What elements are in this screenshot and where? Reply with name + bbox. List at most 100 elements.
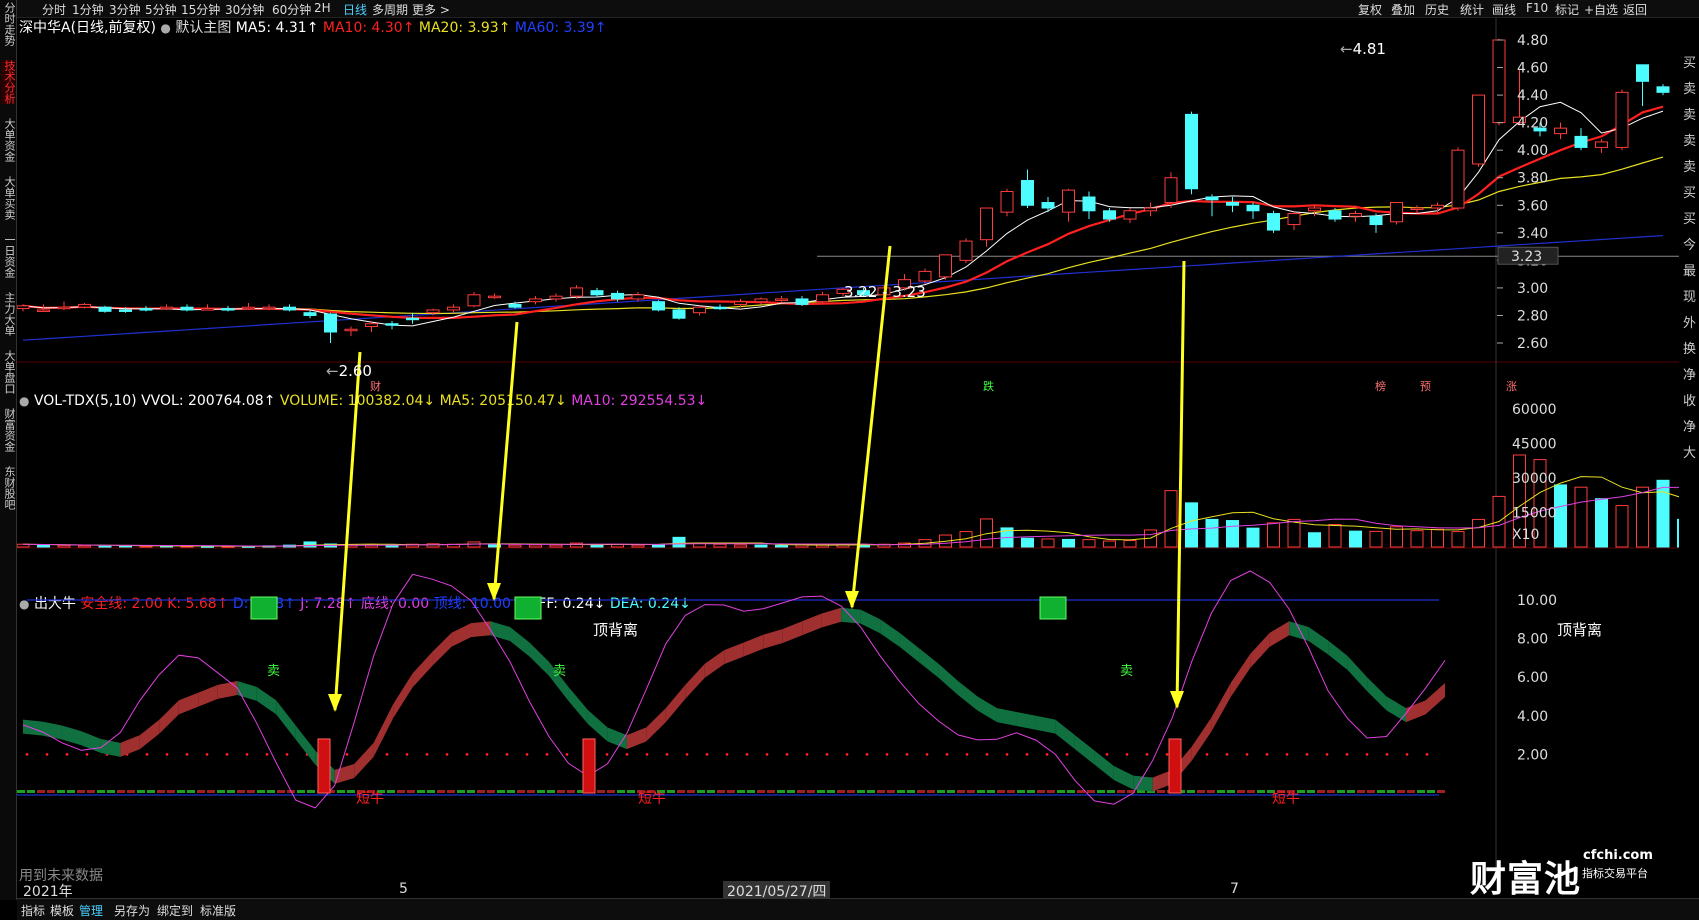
volume-bar — [713, 543, 727, 548]
tool-button-1[interactable]: 叠加 — [1391, 1, 1415, 18]
period-tab-3[interactable]: 5分钟 — [145, 1, 177, 18]
volume-bar — [1308, 532, 1321, 548]
period-tab-0[interactable]: 分时 — [42, 1, 66, 18]
right-strip-item-5[interactable]: 买 — [1680, 182, 1699, 201]
kd-ribbon-segment — [1055, 719, 1075, 750]
right-strip-item-4[interactable]: 卖 — [1680, 156, 1699, 175]
bottom-tab-1[interactable]: 模板 — [50, 902, 74, 919]
watermark-sub: 指标交易平台 — [1582, 867, 1648, 880]
period-tab-5[interactable]: 30分钟 — [225, 1, 264, 18]
right-strip-item-10[interactable]: 外 — [1680, 312, 1699, 331]
sidebar-item-5[interactable]: 主力大单 — [1, 292, 16, 336]
right-strip-item-13[interactable]: 收 — [1680, 390, 1699, 409]
candle-body — [1328, 210, 1342, 220]
kd-ribbon-segment — [509, 627, 530, 657]
kd-ribbon-segment — [1406, 700, 1426, 723]
candle-body — [775, 298, 788, 301]
right-strip-item-0[interactable]: 买 — [1680, 52, 1699, 71]
tool-button-5[interactable]: F10 — [1526, 1, 1548, 15]
period-tab-4[interactable]: 15分钟 — [181, 1, 220, 18]
right-strip-item-14[interactable]: 净 — [1680, 416, 1699, 435]
candle-body — [508, 303, 522, 308]
tool-button-0[interactable]: 复权 — [1358, 1, 1382, 18]
tool-button-4[interactable]: 画线 — [1492, 1, 1516, 18]
signal-arrowhead — [328, 694, 342, 712]
candle-body — [37, 309, 50, 312]
sidebar-item-3[interactable]: 大单买卖 — [1, 176, 16, 220]
sidebar-item-0[interactable]: 分时走势 — [1, 2, 16, 46]
safe-line-dot — [765, 753, 769, 756]
right-strip-item-6[interactable]: 买 — [1680, 208, 1699, 227]
period-tab-6[interactable]: 60分钟 — [272, 1, 311, 18]
bottom-tab-5[interactable]: 标准版 — [200, 902, 236, 919]
safe-line-dot — [85, 753, 89, 756]
candle-body — [611, 292, 624, 300]
candle-body — [1636, 64, 1649, 82]
period-tab-1[interactable]: 1分钟 — [72, 1, 104, 18]
period-tab-7[interactable]: 2H — [314, 1, 331, 15]
sidebar-item-8[interactable]: 东财股吧 — [1, 466, 16, 510]
candle-body — [1369, 215, 1383, 226]
period-tab-10[interactable]: 更多 > — [412, 1, 450, 18]
safe-line-dot — [705, 753, 709, 756]
volume-bar — [754, 544, 768, 548]
volume-bar — [570, 542, 583, 548]
sidebar-item-1[interactable]: 技术分析 — [1, 60, 16, 104]
bottom-strip-segment — [1227, 790, 1235, 793]
candle-body — [201, 308, 214, 311]
kd-ribbon-segment — [1386, 696, 1407, 723]
right-strip-item-9[interactable]: 现 — [1680, 286, 1699, 305]
bottom-strip-segment — [987, 790, 995, 793]
tool-button-3[interactable]: 统计 — [1460, 1, 1484, 18]
sidebar-item-7[interactable]: 财富资金 — [1, 408, 16, 452]
bottom-strip-segment — [897, 790, 905, 793]
right-strip-item-1[interactable]: 卖 — [1680, 78, 1699, 97]
tool-button-7[interactable]: +自选 — [1584, 1, 1618, 18]
bottom-strip-segment — [757, 790, 765, 793]
candle-body — [1574, 135, 1588, 148]
period-tab-9[interactable]: 多周期 — [372, 1, 408, 18]
tool-button-6[interactable]: 标记 — [1555, 1, 1579, 18]
sidebar-item-2[interactable]: 大单资金 — [1, 118, 16, 162]
candle-body — [1492, 39, 1506, 124]
right-strip-item-15[interactable]: 大 — [1680, 442, 1699, 461]
bottom-strip-segment — [707, 790, 715, 793]
bottom-strip-segment — [597, 790, 605, 793]
right-strip-item-7[interactable]: 今 — [1680, 234, 1699, 253]
bottom-tab-0[interactable]: 指标 — [21, 902, 45, 919]
period-tab-8[interactable]: 日线 — [343, 1, 367, 18]
tool-button-2[interactable]: 历史 — [1425, 1, 1449, 18]
kd-ribbon-segment — [61, 725, 82, 746]
indicator-pane — [17, 570, 1446, 809]
bottom-strip-segment — [527, 790, 535, 793]
kd-ribbon-segment — [1308, 627, 1329, 655]
bottom-tab-4[interactable]: 绑定到 — [157, 902, 193, 919]
price-tick-label: 4.40 — [1517, 88, 1548, 104]
candle-body — [1308, 207, 1321, 212]
right-strip-item-2[interactable]: 卖 — [1680, 104, 1699, 123]
tool-button-8[interactable]: 返回 — [1623, 1, 1647, 18]
bottom-tab-2[interactable]: 管理 — [79, 902, 103, 919]
period-tab-2[interactable]: 3分钟 — [109, 1, 141, 18]
candle-body — [980, 207, 993, 241]
right-strip-item-8[interactable]: 最 — [1680, 260, 1699, 279]
bottom-strip-segment — [497, 790, 505, 793]
sidebar-item-4[interactable]: 一日资金 — [1, 234, 16, 278]
volume-bar — [1677, 518, 1679, 548]
sidebar-item-6[interactable]: 大单盘口 — [1, 350, 16, 394]
bottom-strip-segment — [1357, 790, 1365, 793]
candle-body — [344, 328, 358, 332]
safe-line-dot — [1105, 753, 1109, 756]
right-strip-item-12[interactable]: 净 — [1680, 364, 1699, 383]
bottom-tab-3[interactable]: 另存为 — [114, 902, 150, 919]
price-tick-label: 3.00 — [1517, 281, 1548, 297]
tag-bang: 榜 — [1375, 380, 1386, 393]
bottom-strip-segment — [177, 790, 185, 793]
chart-canvas[interactable]: 4.804.604.404.204.003.803.603.403.203.00… — [17, 17, 1679, 879]
safe-line-dot — [1405, 753, 1409, 756]
right-strip-item-11[interactable]: 换 — [1680, 338, 1699, 357]
right-strip-item-3[interactable]: 卖 — [1680, 130, 1699, 149]
safe-line-dot — [1045, 753, 1049, 756]
safe-line-dot — [1025, 753, 1029, 756]
bottom-strip-segment — [1047, 790, 1055, 793]
